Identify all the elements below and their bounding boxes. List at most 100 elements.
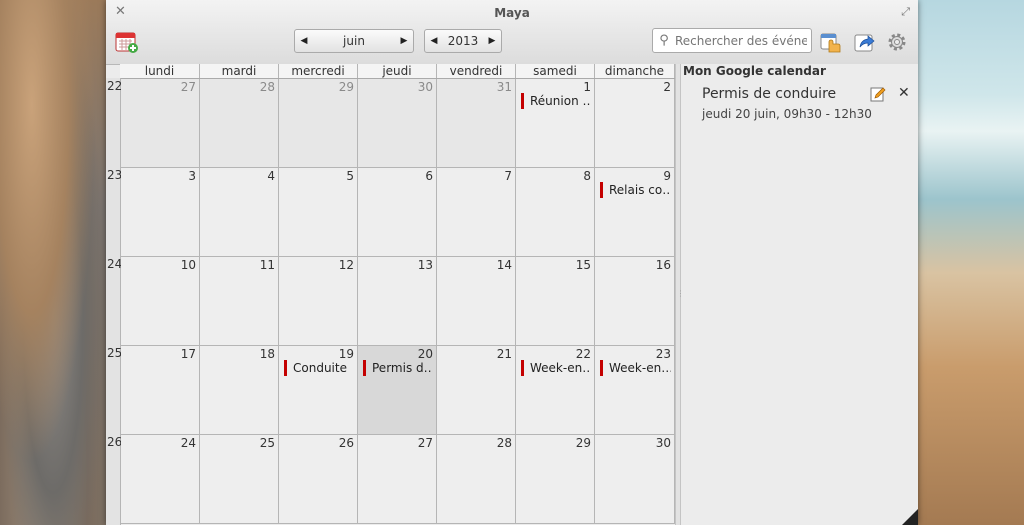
day-cell[interactable]: 13 <box>358 257 437 346</box>
day-number: 27 <box>417 436 433 450</box>
day-cell[interactable]: 2 <box>595 79 675 168</box>
edit-event-button[interactable] <box>870 86 886 102</box>
day-cell[interactable]: 7 <box>437 168 516 257</box>
month-switcher: ◀ juin ▶ <box>294 29 414 53</box>
day-cell[interactable]: 29 <box>279 79 358 168</box>
day-cell[interactable]: 9 Relais co… <box>595 168 675 257</box>
day-cell[interactable]: 30 <box>358 79 437 168</box>
maximize-icon[interactable]: ⤢ <box>901 5 910 19</box>
day-cell[interactable]: 28 <box>200 79 279 168</box>
day-cell[interactable]: 11 <box>200 257 279 346</box>
day-cell[interactable]: 14 <box>437 257 516 346</box>
search-box: ⚲ <box>652 28 812 53</box>
event-chip[interactable]: Réunion … <box>521 93 591 109</box>
search-input[interactable] <box>675 33 807 48</box>
day-number: 20 <box>417 347 433 361</box>
day-cell[interactable]: 26 <box>279 435 358 524</box>
day-cell[interactable]: 23 Week-en… <box>595 346 675 435</box>
day-cell[interactable]: 20 Permis d… <box>358 346 437 435</box>
share-button[interactable] <box>853 30 877 54</box>
day-number: 14 <box>496 258 512 272</box>
day-cell[interactable]: 5 <box>279 168 358 257</box>
day-cell[interactable]: 22 Week-en… <box>516 346 595 435</box>
event-chip[interactable]: Permis d… <box>363 360 433 376</box>
day-cell[interactable]: 24 <box>121 435 200 524</box>
day-cell[interactable]: 3 <box>121 168 200 257</box>
day-number: 1 <box>583 80 591 94</box>
year-label: 2013 <box>447 34 479 48</box>
day-number: 6 <box>425 169 433 183</box>
day-number: 25 <box>259 436 275 450</box>
week-number: 24 <box>107 257 123 271</box>
share-icon <box>854 34 875 52</box>
day-number: 9 <box>663 169 671 183</box>
pencil-icon <box>870 87 886 102</box>
resize-grip-icon[interactable] <box>902 509 918 525</box>
day-number: 31 <box>496 80 512 94</box>
prev-year-button[interactable]: ◀ <box>425 36 443 46</box>
day-number: 17 <box>180 347 196 361</box>
day-cell[interactable]: 28 <box>437 435 516 524</box>
day-number: 16 <box>655 258 671 272</box>
month-view: lundi mardi mercredi jeudi vendredi samedi dim… <box>106 64 675 525</box>
desktop-wallpaper-left <box>0 0 106 525</box>
day-cell[interactable]: 1 Réunion … <box>516 79 595 168</box>
day-cell[interactable]: 12 <box>279 257 358 346</box>
event-chip[interactable]: Week-en… <box>521 360 591 376</box>
weekday-label: samedi <box>516 64 595 78</box>
today-button[interactable] <box>819 30 843 54</box>
day-cell[interactable]: 6 <box>358 168 437 257</box>
day-number: 15 <box>575 258 591 272</box>
event-chip[interactable]: Conduite <box>284 360 354 376</box>
next-month-button[interactable]: ▶ <box>395 36 413 46</box>
day-number: 29 <box>575 436 591 450</box>
calendar-add-icon <box>115 32 138 53</box>
day-number: 23 <box>655 347 671 361</box>
event-title[interactable]: Permis de conduire <box>702 86 836 102</box>
day-number: 24 <box>180 436 196 450</box>
day-cell[interactable]: 25 <box>200 435 279 524</box>
day-cell[interactable]: 4 <box>200 168 279 257</box>
day-cell[interactable]: 19 Conduite <box>279 346 358 435</box>
day-number: 11 <box>259 258 275 272</box>
remove-event-button[interactable]: ✕ <box>898 85 910 101</box>
day-number: 19 <box>338 347 354 361</box>
day-number: 26 <box>338 436 354 450</box>
day-number: 18 <box>259 347 275 361</box>
day-cell[interactable]: 27 <box>358 435 437 524</box>
add-event-button[interactable] <box>115 30 139 54</box>
day-cell[interactable]: 30 <box>595 435 675 524</box>
weekday-header: lundi mardi mercredi jeudi vendredi samedi dim… <box>120 64 675 79</box>
day-number: 28 <box>259 80 275 94</box>
settings-button[interactable] <box>885 30 909 54</box>
event-chip[interactable]: Week-en… <box>600 360 671 376</box>
week-number: 22 <box>107 79 123 93</box>
day-number: 2 <box>663 80 671 94</box>
prev-month-button[interactable]: ◀ <box>295 36 313 46</box>
day-cell[interactable]: 27 <box>121 79 200 168</box>
window-title: Maya <box>494 6 530 20</box>
day-cell[interactable]: 15 <box>516 257 595 346</box>
day-number: 28 <box>496 436 512 450</box>
weekday-label: dimanche <box>595 64 675 78</box>
year-switcher: ◀ 2013 ▶ <box>424 29 502 53</box>
day-cell[interactable]: 31 <box>437 79 516 168</box>
event-chip[interactable]: Relais co… <box>600 182 671 198</box>
day-cell[interactable]: 21 <box>437 346 516 435</box>
next-year-button[interactable]: ▶ <box>483 36 501 46</box>
day-number: 5 <box>346 169 354 183</box>
day-number: 30 <box>417 80 433 94</box>
month-label: juin <box>343 34 365 48</box>
day-cell[interactable]: 18 <box>200 346 279 435</box>
day-cell[interactable]: 16 <box>595 257 675 346</box>
month-grid: 27 28 29 30 31 1 Réunion … 2 3 4 5 6 7 8 9 Relais co… 10… <box>121 79 675 525</box>
day-cell[interactable]: 29 <box>516 435 595 524</box>
weekday-label: mercredi <box>279 64 358 78</box>
week-number-column: 22 23 24 25 26 <box>106 78 123 525</box>
day-cell[interactable]: 10 <box>121 257 200 346</box>
weekday-label: jeudi <box>358 64 437 78</box>
search-icon: ⚲ <box>659 33 669 48</box>
day-cell[interactable]: 17 <box>121 346 200 435</box>
day-cell[interactable]: 8 <box>516 168 595 257</box>
calendar-name: Mon Google calendar <box>683 64 826 78</box>
